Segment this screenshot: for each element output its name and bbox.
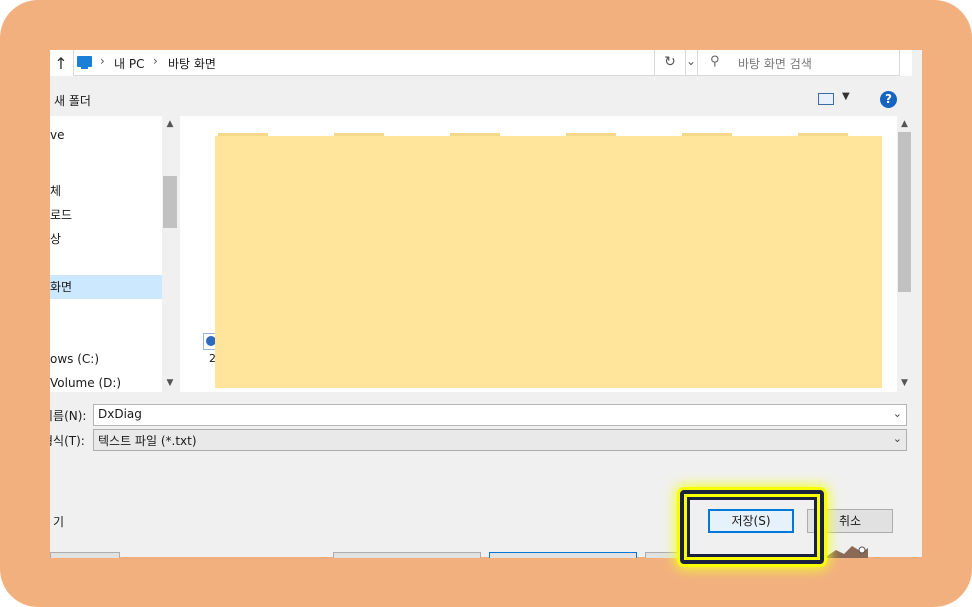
breadcrumb-desktop[interactable]: 바탕 화면 — [168, 55, 216, 72]
search-input[interactable]: ⚲ 바탕 화면 검색 — [697, 50, 900, 76]
file-list-scrollbar[interactable]: ▲ ▼ — [897, 116, 912, 392]
command-bar: 새 폴더 ▼ ? — [50, 84, 912, 114]
file-list[interactable]: 2 — [180, 116, 897, 392]
breadcrumb-this-pc[interactable]: 내 PC — [114, 55, 144, 72]
chevron-down-icon[interactable]: ⌄ — [893, 432, 902, 445]
view-dropdown-icon[interactable]: ▼ — [842, 91, 850, 102]
nav-item-drive-d[interactable]: Volume (D:) — [50, 371, 162, 395]
search-placeholder: 바탕 화면 검색 — [738, 57, 812, 71]
dialog-edge — [912, 50, 922, 557]
nav-item-drive-c[interactable]: ows (C:) — [50, 347, 162, 371]
file-type-select[interactable]: 텍스트 파일 (*.txt) ⌄ — [93, 429, 907, 451]
save-button-highlight — [680, 490, 824, 564]
chevron-right-icon: › — [153, 54, 158, 68]
file-type-value: 텍스트 파일 (*.txt) — [98, 434, 197, 448]
nav-item-3d-objects[interactable]: 체 — [50, 179, 162, 203]
refresh-button[interactable]: ↻ — [654, 50, 686, 76]
file-type-label: 형식(T): — [50, 434, 85, 448]
nav-scroll-thumb[interactable] — [163, 176, 177, 228]
save-as-dialog: ↑ › 내 PC › 바탕 화면 ⌄ ↻ ⚲ 바탕 화면 검색 새 폴더 ▼ ?… — [50, 50, 912, 557]
filename-field[interactable]: DxDiag ⌄ — [93, 404, 907, 426]
file-scroll-thumb[interactable] — [898, 132, 911, 292]
redaction-overlay — [215, 136, 882, 388]
nav-item-desktop[interactable]: 화면 — [50, 275, 162, 299]
scroll-up-icon[interactable]: ▲ — [897, 119, 912, 129]
background-graphic-icon — [824, 546, 868, 558]
scroll-down-icon[interactable]: ▼ — [897, 378, 912, 388]
chevron-down-icon[interactable]: ⌄ — [686, 54, 696, 68]
refresh-icon: ↻ — [664, 54, 676, 70]
scroll-down-icon[interactable]: ▼ — [162, 378, 178, 388]
computer-icon — [77, 56, 92, 69]
nav-item-downloads[interactable]: 로드 — [50, 203, 162, 227]
nav-item-videos[interactable]: 상 — [50, 227, 162, 251]
chevron-down-icon[interactable]: ⌄ — [893, 407, 902, 420]
hide-folders-toggle[interactable]: 기 — [53, 513, 64, 530]
background-button — [489, 552, 637, 558]
navigation-pane: ve 체 로드 상 화면 ows (C:) Volume (D:) ▲ ▼ — [50, 116, 178, 392]
filename-label: 이름(N): — [50, 409, 87, 423]
scroll-up-icon[interactable]: ▲ — [162, 119, 178, 129]
chevron-right-icon: › — [100, 54, 105, 68]
background-button — [333, 552, 481, 558]
address-row: ↑ › 내 PC › 바탕 화면 ⌄ ↻ ⚲ 바탕 화면 검색 — [50, 50, 912, 76]
address-bar[interactable]: › 내 PC › 바탕 화면 ⌄ — [73, 50, 703, 76]
help-icon[interactable]: ? — [880, 91, 897, 108]
view-options-icon[interactable] — [818, 93, 834, 105]
search-icon: ⚲ — [710, 54, 720, 69]
up-arrow-icon[interactable]: ↑ — [50, 52, 72, 76]
nav-item-onedrive[interactable]: ve — [50, 123, 162, 147]
nav-scrollbar[interactable]: ▲ ▼ — [162, 116, 178, 392]
new-folder-button[interactable]: 새 폴더 — [54, 92, 91, 109]
background-button — [50, 552, 120, 558]
filename-value: DxDiag — [98, 407, 142, 421]
